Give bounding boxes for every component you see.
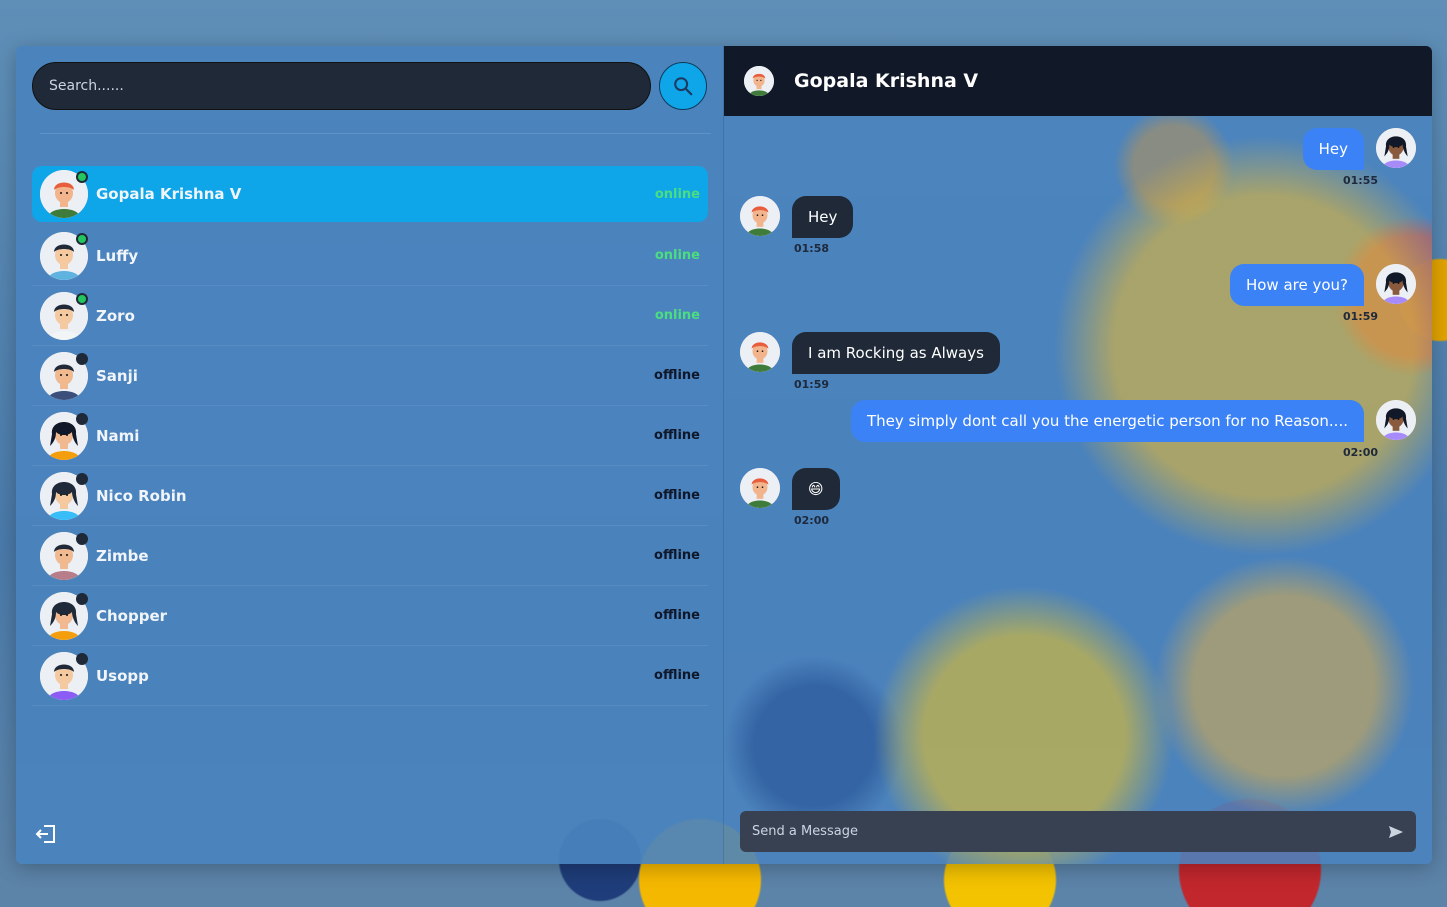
- message-time: 01:59: [794, 378, 830, 391]
- sent-message: They simply dont call you the energetic …: [850, 400, 1416, 459]
- user-item[interactable]: Chopper offline: [32, 586, 708, 646]
- message-avatar: [1376, 128, 1416, 168]
- avatar: [40, 591, 88, 640]
- user-name: Zimbe: [96, 546, 149, 565]
- avatar: [40, 170, 88, 218]
- avatar: [40, 531, 88, 580]
- message-avatar: [740, 196, 780, 236]
- user-name: Gopala Krishna V: [96, 185, 242, 203]
- user-list: Gopala Krishna V online Luffy online Zor…: [32, 166, 708, 706]
- presence-dot: [76, 292, 88, 305]
- presence-dot: [76, 472, 88, 485]
- logout-icon: [35, 825, 55, 843]
- received-message: Hey 01:58: [740, 196, 854, 255]
- message-avatar: [1376, 264, 1416, 304]
- user-name: Nico Robin: [96, 486, 187, 505]
- user-status: offline: [654, 368, 700, 383]
- search-button[interactable]: [659, 62, 707, 110]
- user-status: offline: [654, 608, 700, 623]
- search-input[interactable]: [32, 62, 651, 110]
- message-body: Hey 01:55: [1302, 128, 1378, 187]
- user-name: Luffy: [96, 246, 139, 265]
- message-body: I am Rocking as Always 01:59: [792, 332, 1000, 391]
- presence-dot: [76, 232, 88, 245]
- sent-message: How are you? 01:59: [1229, 264, 1416, 323]
- send-icon: [1389, 825, 1403, 838]
- user-name: Usopp: [96, 666, 149, 685]
- search-row: [32, 62, 707, 110]
- avatar: [40, 351, 88, 400]
- user-item[interactable]: Usopp offline: [32, 646, 708, 706]
- user-item[interactable]: Nami offline: [32, 406, 708, 466]
- message-bubble: Hey: [1302, 128, 1364, 170]
- message-time: 02:00: [1342, 446, 1378, 459]
- message-time: 02:00: [794, 514, 830, 527]
- user-status: online: [654, 248, 700, 263]
- user-name: Zoro: [96, 306, 135, 325]
- presence-dot: [76, 592, 88, 605]
- message-body: Hey 01:58: [792, 196, 854, 255]
- chat-header: Gopala Krishna V: [724, 46, 1432, 116]
- presence-dot: [76, 652, 88, 665]
- received-message: 😄 02:00: [740, 468, 840, 527]
- avatar: [40, 231, 88, 280]
- message-bubble: Hey: [792, 196, 854, 238]
- presence-dot: [76, 352, 88, 365]
- divider: [40, 133, 711, 134]
- message-body: They simply dont call you the energetic …: [850, 400, 1378, 459]
- user-item[interactable]: Zoro online: [32, 286, 708, 346]
- message-bubble: I am Rocking as Always: [792, 332, 1000, 374]
- user-item[interactable]: Gopala Krishna V online: [32, 166, 708, 222]
- user-status: offline: [654, 548, 700, 563]
- message-body: 😄 02:00: [792, 468, 840, 527]
- user-status: offline: [654, 488, 700, 503]
- logout-button[interactable]: [34, 822, 58, 846]
- send-button[interactable]: [1376, 811, 1416, 852]
- user-status: offline: [654, 668, 700, 683]
- chat-app: Gopala Krishna V online Luffy online Zor…: [16, 46, 1432, 864]
- message-bubble: How are you?: [1229, 264, 1364, 306]
- presence-dot: [76, 532, 88, 545]
- user-name: Chopper: [96, 606, 168, 625]
- user-item[interactable]: Sanji offline: [32, 346, 708, 406]
- message-bubble: They simply dont call you the energetic …: [850, 400, 1364, 442]
- message-time: 01:58: [794, 242, 830, 255]
- chat-title: Gopala Krishna V: [794, 70, 979, 92]
- user-item[interactable]: Nico Robin offline: [32, 466, 708, 526]
- avatar: [40, 411, 88, 460]
- search-icon: [674, 77, 693, 96]
- chat-header-avatar: [744, 66, 774, 96]
- message-time: 01:59: [1342, 310, 1378, 323]
- message-avatar: [740, 468, 780, 508]
- presence-dot: [76, 171, 88, 183]
- message-bubble: 😄: [792, 468, 840, 510]
- message-body: How are you? 01:59: [1229, 264, 1378, 323]
- sent-message: Hey 01:55: [1302, 128, 1416, 187]
- message-composer: [740, 811, 1416, 852]
- user-status: offline: [654, 428, 700, 443]
- avatar: [40, 651, 88, 700]
- user-item[interactable]: Zimbe offline: [32, 526, 708, 586]
- received-message: I am Rocking as Always 01:59: [740, 332, 1000, 391]
- message-avatar: [740, 332, 780, 372]
- sidebar: Gopala Krishna V online Luffy online Zor…: [16, 46, 724, 864]
- avatar: [40, 471, 88, 520]
- user-name: Nami: [96, 426, 140, 445]
- presence-dot: [76, 412, 88, 425]
- message-avatar: [1376, 400, 1416, 440]
- user-item[interactable]: Luffy online: [32, 226, 708, 286]
- message-time: 01:55: [1342, 174, 1378, 187]
- message-input[interactable]: [740, 811, 1376, 852]
- user-status: online: [654, 186, 700, 202]
- user-name: Sanji: [96, 366, 138, 385]
- chat-panel: Gopala Krishna V Hey 01:55 Hey 01:58 How…: [724, 46, 1432, 864]
- user-status: online: [654, 308, 700, 323]
- avatar: [40, 291, 88, 340]
